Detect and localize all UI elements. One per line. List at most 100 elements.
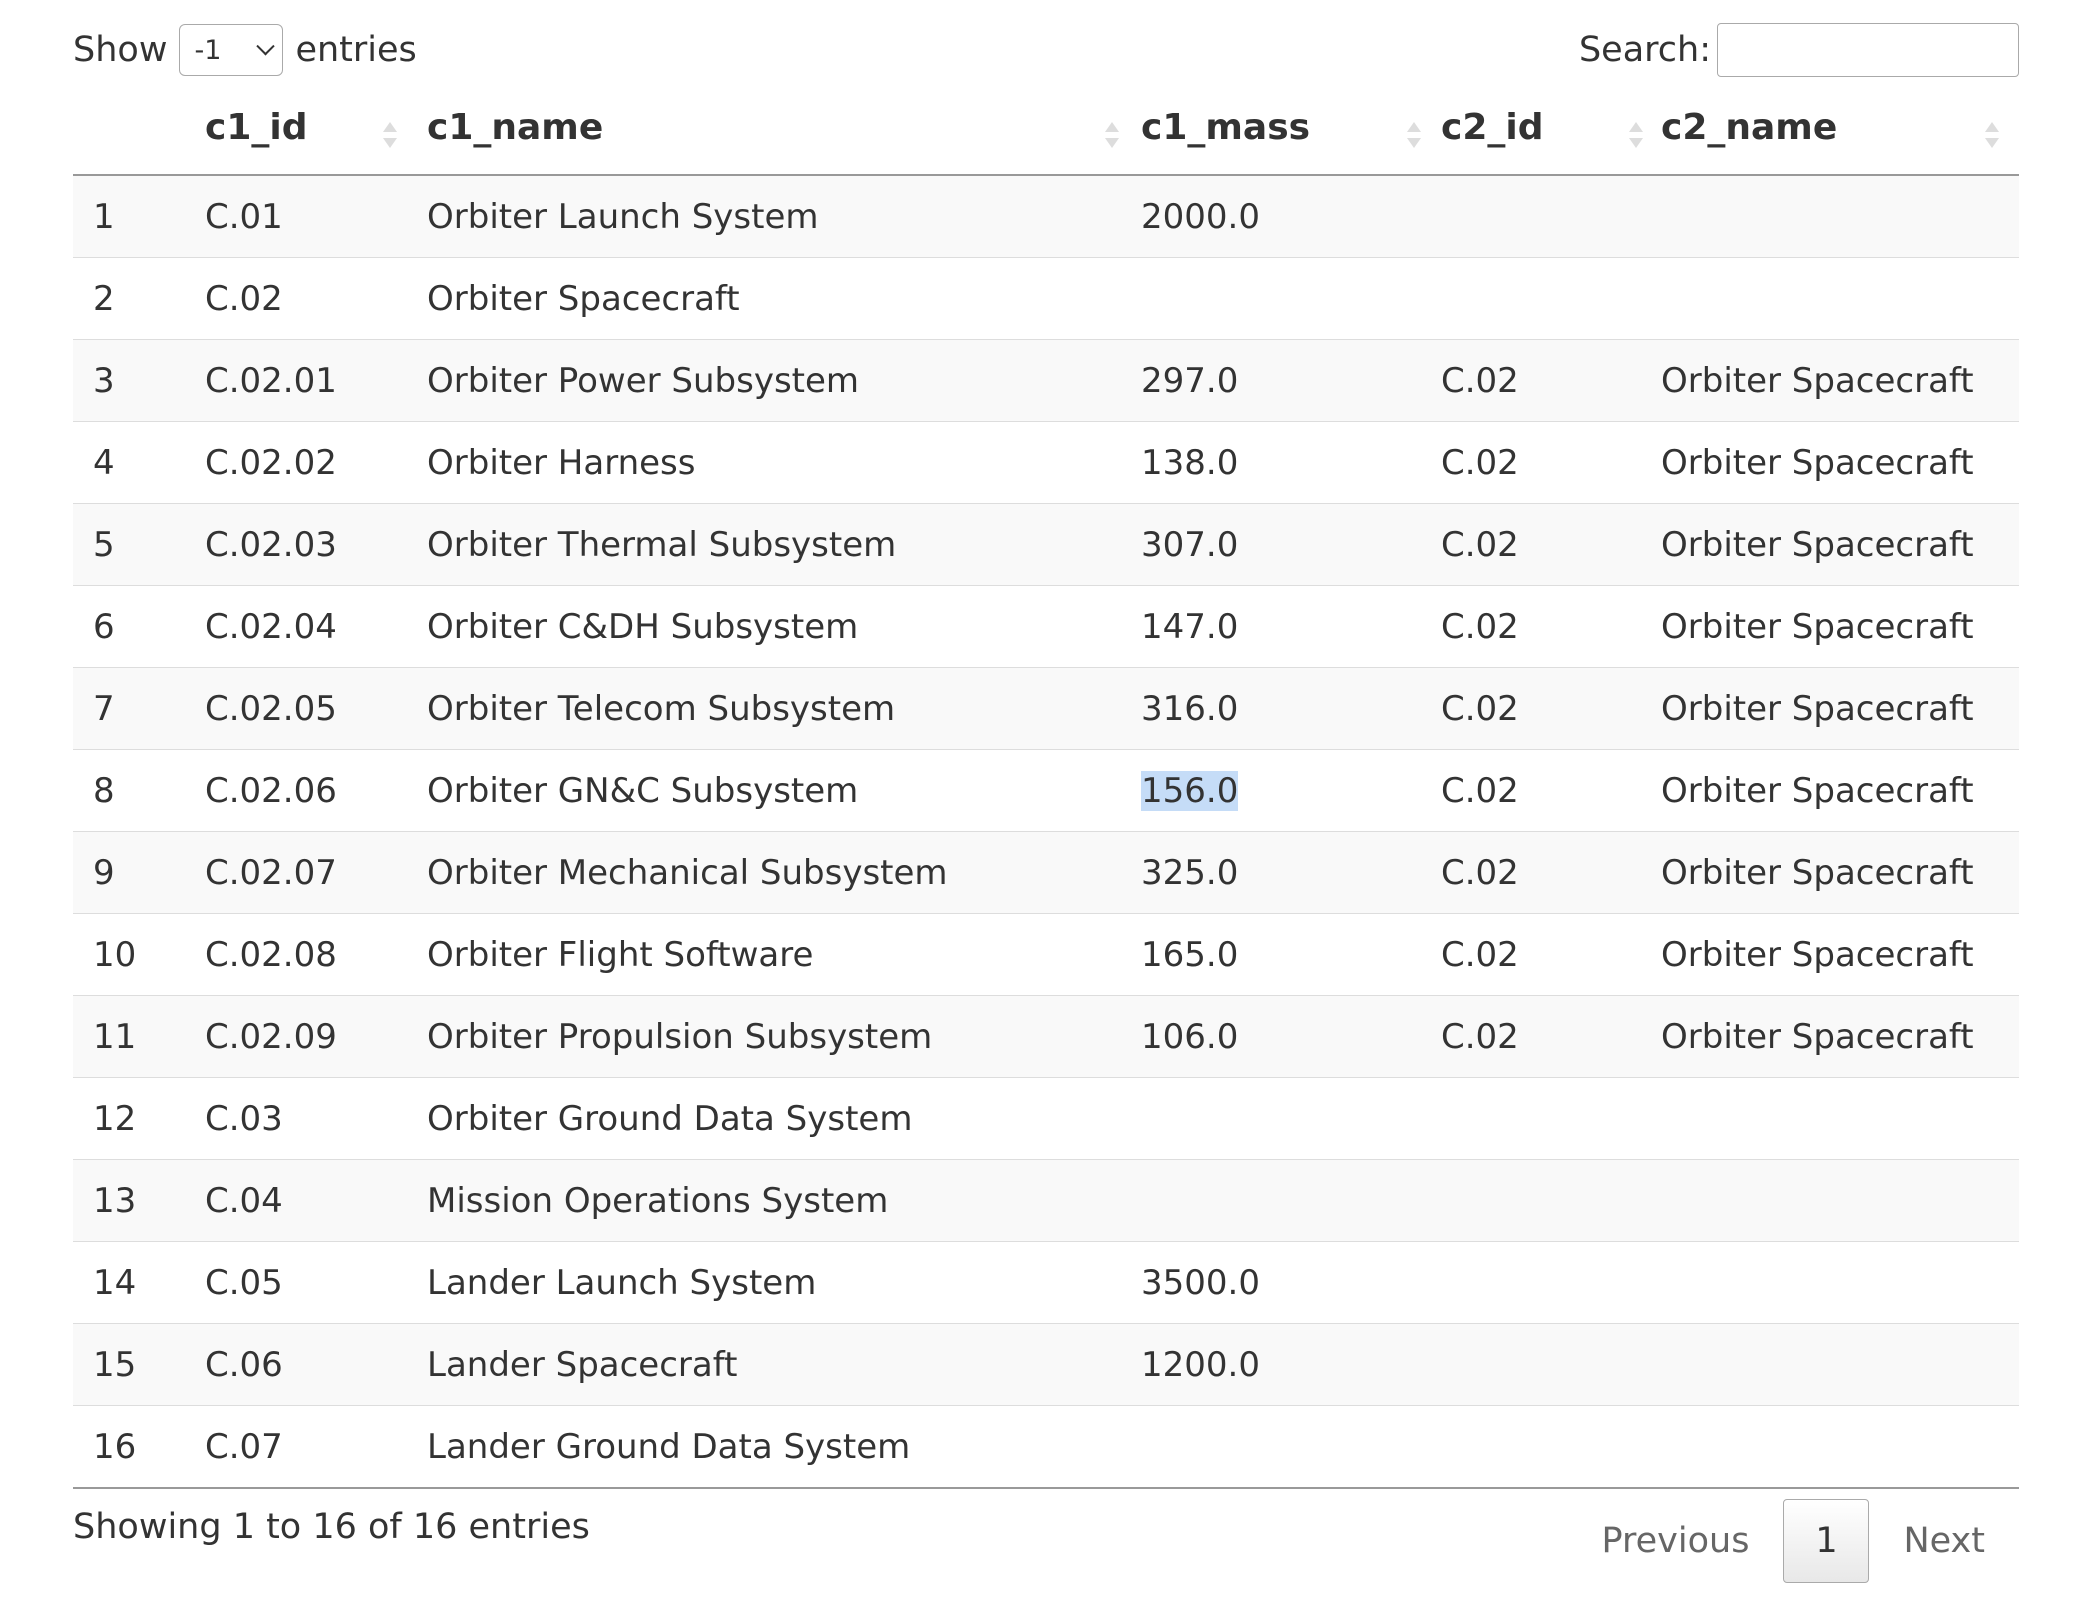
cell-c1-name: Orbiter Spacecraft xyxy=(427,257,1141,340)
cell-index: 15 xyxy=(73,1323,205,1406)
search-control: Search: xyxy=(1579,22,2019,78)
cell-c1-mass: 156.0 xyxy=(1141,749,1441,832)
cell-c1-id: C.02.01 xyxy=(205,339,427,422)
cell-index: 4 xyxy=(73,421,205,504)
header-c1-mass[interactable]: c1_mass xyxy=(1141,100,1441,176)
cell-c2-id xyxy=(1441,175,1661,258)
cell-c2-id xyxy=(1441,1241,1661,1324)
cell-c2-id: C.02 xyxy=(1441,339,1661,422)
cell-c2-id xyxy=(1441,1405,1661,1489)
table-row[interactable]: 6 C.02.04 Orbiter C&DH Subsystem 147.0 C… xyxy=(73,585,2019,668)
cell-c2-id: C.02 xyxy=(1441,913,1661,996)
entries-select[interactable]: -1 xyxy=(179,24,284,76)
cell-c2-id xyxy=(1441,1159,1661,1242)
table-row[interactable]: 11 C.02.09 Orbiter Propulsion Subsystem … xyxy=(73,995,2019,1078)
table-info: Showing 1 to 16 of 16 entries xyxy=(73,1507,590,1547)
cell-c1-id: C.01 xyxy=(205,175,427,258)
cell-c2-name: Orbiter Spacecraft xyxy=(1661,339,2019,422)
cell-c1-id: C.02.02 xyxy=(205,421,427,504)
cell-c2-name: Orbiter Spacecraft xyxy=(1661,585,2019,668)
cell-index: 7 xyxy=(73,667,205,750)
cell-c1-mass: 316.0 xyxy=(1141,667,1441,750)
sort-both-icon xyxy=(1985,122,1999,152)
cell-index: 13 xyxy=(73,1159,205,1242)
previous-button[interactable]: Previous xyxy=(1568,1521,1784,1561)
table-header: c1_id c1_name c1_mass c2_id c2_name xyxy=(73,100,2019,176)
cell-c1-mass: 297.0 xyxy=(1141,339,1441,422)
cell-c2-name: Orbiter Spacecraft xyxy=(1661,667,2019,750)
selected-text[interactable]: 156.0 xyxy=(1141,770,1239,811)
table-body: 1 C.01 Orbiter Launch System 2000.0 2 C.… xyxy=(73,175,2019,1489)
table-row[interactable]: 15 C.06 Lander Spacecraft 1200.0 xyxy=(73,1323,2019,1406)
cell-c1-id: C.02.03 xyxy=(205,503,427,586)
next-button[interactable]: Next xyxy=(1869,1521,2019,1561)
table-row[interactable]: 10 C.02.08 Orbiter Flight Software 165.0… xyxy=(73,913,2019,996)
table-row[interactable]: 7 C.02.05 Orbiter Telecom Subsystem 316.… xyxy=(73,667,2019,750)
table-row[interactable]: 14 C.05 Lander Launch System 3500.0 xyxy=(73,1241,2019,1324)
table-row[interactable]: 8 C.02.06 Orbiter GN&C Subsystem 156.0 C… xyxy=(73,749,2019,832)
header-label: c2_name xyxy=(1661,106,1838,148)
cell-c1-name: Orbiter Harness xyxy=(427,421,1141,504)
cell-c2-name xyxy=(1661,1405,2019,1489)
header-c1-id[interactable]: c1_id xyxy=(205,100,427,176)
pagination: Previous 1 Next xyxy=(1568,1499,2019,1583)
cell-c1-id: C.02.04 xyxy=(205,585,427,668)
cell-c2-name: Orbiter Spacecraft xyxy=(1661,503,2019,586)
cell-c2-name: Orbiter Spacecraft xyxy=(1661,913,2019,996)
cell-c2-name xyxy=(1661,257,2019,340)
header-label: c1_name xyxy=(427,106,604,148)
cell-c1-id: C.02 xyxy=(205,257,427,340)
cell-c1-id: C.02.09 xyxy=(205,995,427,1078)
table-row[interactable]: 4 C.02.02 Orbiter Harness 138.0 C.02 Orb… xyxy=(73,421,2019,504)
header-c2-id[interactable]: c2_id xyxy=(1441,100,1661,176)
table-row[interactable]: 16 C.07 Lander Ground Data System xyxy=(73,1405,2019,1489)
cell-c1-mass: 147.0 xyxy=(1141,585,1441,668)
header-row: c1_id c1_name c1_mass c2_id c2_name xyxy=(73,100,2019,176)
cell-index: 9 xyxy=(73,831,205,914)
cell-c2-id: C.02 xyxy=(1441,667,1661,750)
sort-both-icon xyxy=(383,122,397,152)
cell-c2-name xyxy=(1661,1077,2019,1160)
table-row[interactable]: 1 C.01 Orbiter Launch System 2000.0 xyxy=(73,175,2019,258)
cell-c1-mass: 1200.0 xyxy=(1141,1323,1441,1406)
cell-c2-name xyxy=(1661,1241,2019,1324)
header-c2-name[interactable]: c2_name xyxy=(1661,100,2019,176)
cell-index: 11 xyxy=(73,995,205,1078)
cell-c1-mass: 3500.0 xyxy=(1141,1241,1441,1324)
cell-c2-id xyxy=(1441,1323,1661,1406)
table-controls: Show -1 entries Search: xyxy=(73,0,2019,100)
cell-index: 6 xyxy=(73,585,205,668)
cell-c1-name: Orbiter GN&C Subsystem xyxy=(427,749,1141,832)
cell-c1-mass: 2000.0 xyxy=(1141,175,1441,258)
cell-c1-name: Mission Operations System xyxy=(427,1159,1141,1242)
table-row[interactable]: 13 C.04 Mission Operations System xyxy=(73,1159,2019,1242)
table-row[interactable]: 9 C.02.07 Orbiter Mechanical Subsystem 3… xyxy=(73,831,2019,914)
chevron-down-icon xyxy=(256,36,276,55)
table-row[interactable]: 5 C.02.03 Orbiter Thermal Subsystem 307.… xyxy=(73,503,2019,586)
cell-index: 3 xyxy=(73,339,205,422)
cell-c1-mass xyxy=(1141,1405,1441,1489)
search-input[interactable] xyxy=(1717,23,2019,77)
cell-c2-name xyxy=(1661,175,2019,258)
entries-select-value: -1 xyxy=(194,34,222,66)
cell-c1-id: C.02.05 xyxy=(205,667,427,750)
page-button-current[interactable]: 1 xyxy=(1783,1499,1870,1583)
search-label: Search: xyxy=(1578,30,1711,70)
cell-c1-mass: 165.0 xyxy=(1141,913,1441,996)
cell-c2-id: C.02 xyxy=(1441,421,1661,504)
cell-c1-name: Orbiter Mechanical Subsystem xyxy=(427,831,1141,914)
cell-c1-mass: 307.0 xyxy=(1141,503,1441,586)
sort-both-icon xyxy=(1629,122,1643,152)
table-row[interactable]: 2 C.02 Orbiter Spacecraft xyxy=(73,257,2019,340)
cell-index: 8 xyxy=(73,749,205,832)
cell-index: 2 xyxy=(73,257,205,340)
table-row[interactable]: 3 C.02.01 Orbiter Power Subsystem 297.0 … xyxy=(73,339,2019,422)
table-row[interactable]: 12 C.03 Orbiter Ground Data System xyxy=(73,1077,2019,1160)
cell-c1-name: Orbiter Propulsion Subsystem xyxy=(427,995,1141,1078)
header-label: c1_id xyxy=(205,106,308,148)
header-c1-name[interactable]: c1_name xyxy=(427,100,1141,176)
cell-index: 16 xyxy=(73,1405,205,1489)
cell-c1-mass: 325.0 xyxy=(1141,831,1441,914)
cell-c2-id: C.02 xyxy=(1441,749,1661,832)
cell-c2-id: C.02 xyxy=(1441,503,1661,586)
